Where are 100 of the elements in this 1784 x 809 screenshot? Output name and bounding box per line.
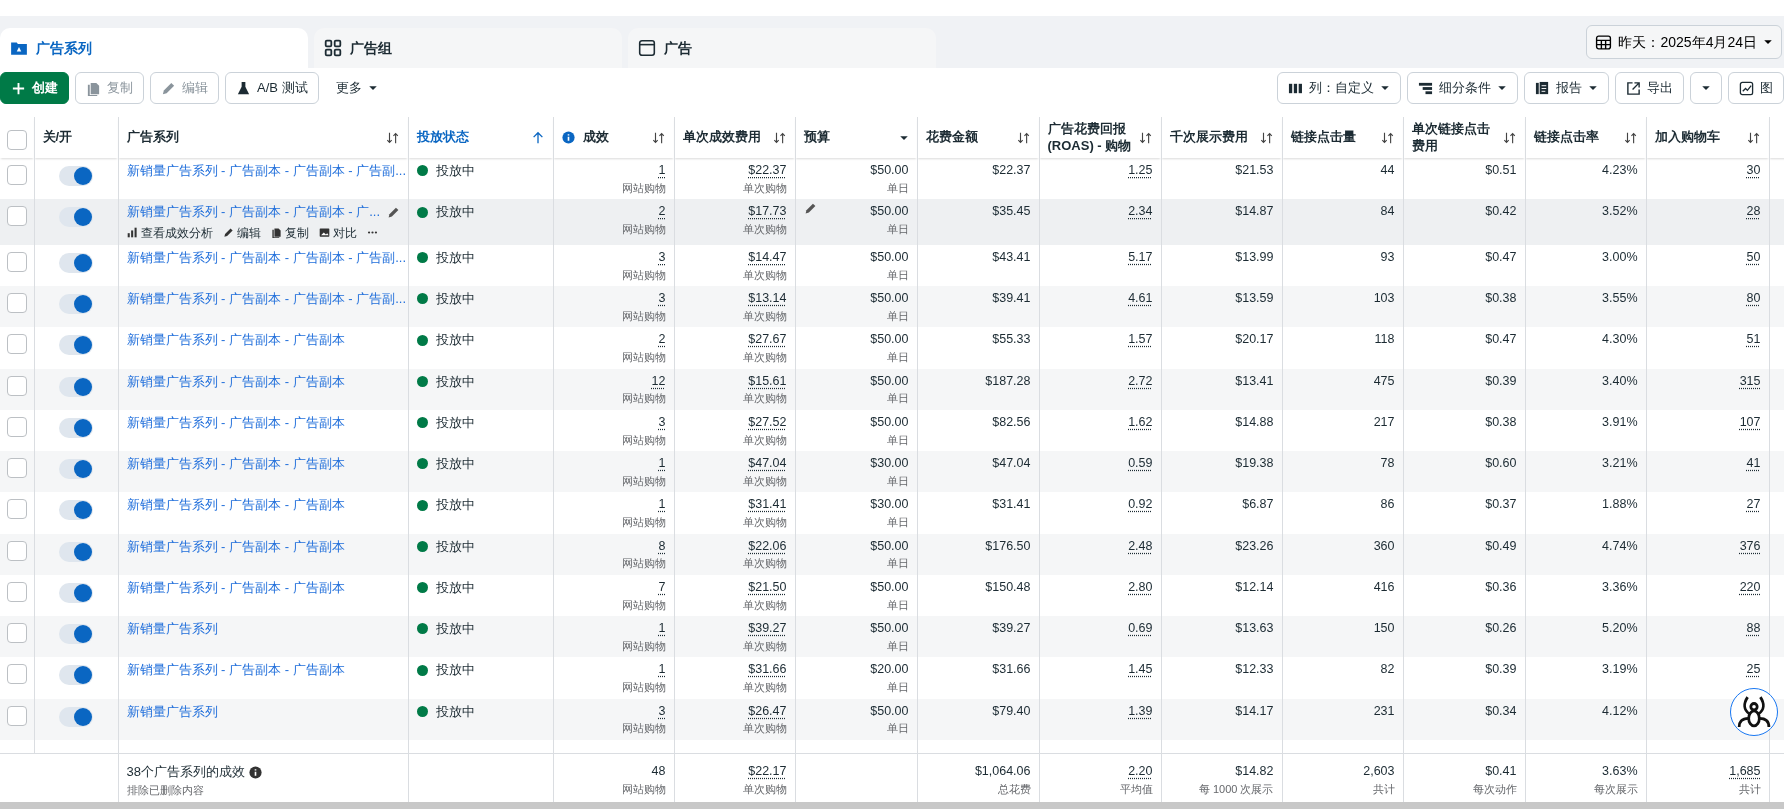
metric-value: $39.41	[992, 291, 1031, 305]
metric-value: 3	[658, 703, 666, 718]
column-header[interactable]: 加入购物车	[1654, 129, 1720, 146]
create-button[interactable]: 创建	[0, 72, 69, 104]
metric-value: $22.37	[992, 163, 1031, 177]
column-header[interactable]: 单次链接点击费用	[1411, 121, 1497, 154]
column-header[interactable]: 预算	[803, 129, 830, 146]
tab[interactable]: 广告组	[314, 28, 622, 68]
campaign-name-link[interactable]: 新销量广告系列 - 广告副本 - 广告副本	[126, 412, 345, 433]
metric-label: 单日	[885, 638, 909, 654]
metric-value: $13.59	[1235, 291, 1274, 305]
metric-value: $13.41	[1235, 373, 1274, 388]
metric-value: 80	[1746, 291, 1761, 305]
charts-button[interactable]: 图	[1728, 72, 1784, 104]
metric-label: 单次购物	[741, 222, 787, 237]
metric-value: 231	[1373, 703, 1395, 718]
column-header[interactable]: 关/开	[42, 129, 73, 146]
metric-value: 315	[1739, 373, 1761, 388]
column-header[interactable]: 投放状态	[416, 129, 469, 146]
campaign-name-link[interactable]: 新销量广告系列 - 广告副本 - 广告副本	[126, 330, 345, 350]
metric-value: $22.37	[748, 163, 787, 177]
metric-value: 3.40%	[1602, 373, 1638, 388]
total-value: $14.82	[1235, 764, 1274, 779]
metric-label: 网站购物	[620, 180, 666, 196]
metric-value: $13.14	[748, 291, 787, 305]
metric-value: $50.00	[870, 703, 909, 718]
column-header[interactable]: 广告花费回报 (ROAS) - 购物	[1047, 121, 1133, 154]
row-action-link[interactable]: 复制	[270, 223, 309, 242]
metric-label: 单日	[885, 267, 909, 283]
campaign-name-link[interactable]: 新销量广告系列 - 广告副本 - 广告副本	[126, 495, 345, 515]
metric-value: $0.42	[1485, 204, 1517, 219]
metric-value: 2.72	[1128, 373, 1153, 388]
total-label: 单次购物	[741, 782, 787, 797]
metric-label: 单次购物	[741, 556, 787, 572]
metric-value: 3.36%	[1602, 579, 1638, 594]
total-label: 总花费	[996, 782, 1031, 797]
metric-value: $0.47	[1485, 249, 1517, 264]
metric-value: $14.47	[748, 249, 787, 264]
metric-value: 3	[658, 414, 666, 429]
campaign-name-link[interactable]: 新销量广告系列	[126, 701, 218, 721]
column-header[interactable]: 花费金额	[925, 129, 978, 146]
metric-value: $50.00	[870, 249, 909, 264]
status-text: 投放中	[435, 203, 475, 222]
campaign-name-link[interactable]: 新销量广告系列 - 广告副本 - 广告副本 - 广...	[126, 202, 380, 222]
row-action-link[interactable]: 编辑	[222, 223, 261, 242]
tab[interactable]: 广告	[628, 28, 936, 68]
metric-value: $30.00	[870, 456, 909, 470]
column-header[interactable]: 广告系列	[126, 129, 179, 146]
campaign-name-link[interactable]: 新销量广告系列	[126, 619, 218, 639]
metric-value: 376	[1739, 538, 1761, 553]
row-action-link[interactable]: 查看成效分析	[126, 223, 213, 242]
metric-value: 1	[658, 621, 666, 635]
metric-value: 3.52%	[1602, 204, 1638, 219]
campaign-name-link[interactable]: 新销量广告系列 - 广告副本 - 广告副本	[126, 577, 345, 598]
total-value: 2,603	[1363, 764, 1395, 779]
reports-button[interactable]: 报告	[1524, 72, 1609, 104]
campaign-name-link[interactable]: 新销量广告系列 - 广告副本 - 广告副本 - 广告副...	[126, 247, 406, 268]
metric-value: $0.38	[1485, 291, 1517, 305]
metric-value: $39.27	[992, 621, 1031, 635]
metric-value: $50.00	[870, 204, 909, 219]
metric-value: 86	[1380, 497, 1395, 512]
breakdown-button[interactable]: 细分条件	[1407, 72, 1518, 104]
metric-value: $0.36	[1485, 579, 1517, 594]
metric-value: 1.39	[1128, 703, 1153, 718]
campaign-name-link[interactable]: 新销量广告系列 - 广告副本 - 广告副本	[126, 660, 345, 680]
metric-value: $17.73	[748, 204, 787, 219]
column-header[interactable]: 千次展示费用	[1169, 129, 1248, 146]
column-header[interactable]: 链接点击率	[1533, 129, 1599, 146]
metric-value: $50.00	[870, 163, 909, 177]
row-action-link[interactable]: 对比	[318, 223, 357, 242]
metric-value: 84	[1380, 204, 1395, 219]
metric-label: 单日	[885, 473, 909, 489]
column-header[interactable]: 单次成效费用	[682, 129, 761, 146]
total-value: 2.20	[1128, 764, 1153, 779]
metric-value: 2	[658, 332, 666, 347]
metric-value: $176.50	[985, 538, 1031, 553]
abtest-button[interactable]: A/B 测试	[225, 72, 319, 104]
metric-value: 0.92	[1128, 497, 1153, 512]
column-header[interactable]: 成效	[582, 129, 609, 146]
metric-value: 78	[1380, 456, 1395, 470]
metric-label: 网站购物	[620, 556, 666, 572]
metric-value: 25	[1746, 662, 1761, 677]
campaign-name-link[interactable]: 新销量广告系列 - 广告副本 - 广告副本 - 广告副...	[126, 161, 406, 181]
total-value: $0.41	[1485, 764, 1517, 779]
columns-button[interactable]: 列：自定义	[1277, 72, 1401, 104]
metric-value: $13.63	[1235, 621, 1274, 635]
date-range-button[interactable]: 昨天：2025年4月24日	[1586, 25, 1782, 59]
metric-value: 3	[658, 291, 666, 305]
status-text: 投放中	[435, 496, 475, 515]
metric-label: 单日	[885, 180, 909, 196]
export-button[interactable]: 导出	[1615, 72, 1684, 104]
column-header[interactable]: 链接点击量	[1290, 129, 1356, 146]
metric-value: $0.38	[1485, 414, 1517, 429]
metric-value: $0.60	[1485, 456, 1517, 470]
tab[interactable]: 广告系列	[0, 28, 308, 68]
metric-value: $0.26	[1485, 621, 1517, 635]
metric-label: 单次购物	[741, 721, 787, 737]
metric-label: 单次购物	[741, 350, 787, 365]
metric-value: $20.17	[1235, 332, 1274, 347]
metric-label: 单次购物	[741, 597, 787, 613]
